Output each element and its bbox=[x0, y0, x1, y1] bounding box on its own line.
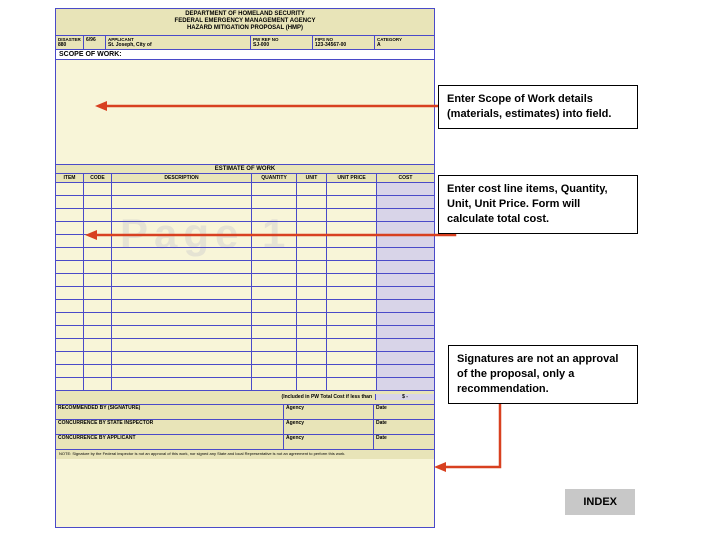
col-code: CODE bbox=[84, 174, 112, 182]
category-value: A bbox=[377, 42, 432, 48]
sig-recommended-label: RECOMMENDED BY (SIGNATURE) bbox=[56, 405, 284, 419]
signature-row-applicant: CONCURRENCE BY APPLICANT Agency Date bbox=[56, 435, 434, 450]
index-button[interactable]: INDEX bbox=[565, 489, 635, 515]
estimate-row[interactable] bbox=[56, 209, 434, 222]
total-row: (Included in PW Total Cost if less than … bbox=[56, 391, 434, 405]
estimate-row[interactable] bbox=[56, 365, 434, 378]
estimate-row[interactable] bbox=[56, 300, 434, 313]
callout-signatures: Signatures are not an approval of the pr… bbox=[448, 345, 638, 404]
index-label: INDEX bbox=[583, 496, 617, 508]
col-description: DESCRIPTION bbox=[112, 174, 252, 182]
header-row-1: DISASTER 880 6/96 APPLICANT St. Joseph, … bbox=[56, 36, 434, 50]
pwref-value: SJ-000 bbox=[253, 42, 310, 48]
disaster-value: 880 bbox=[58, 42, 81, 48]
sig-date-label: Date bbox=[374, 420, 434, 434]
sig-agency-label: Agency bbox=[284, 405, 374, 419]
sig-agency-label: Agency bbox=[284, 420, 374, 434]
total-value: $ - bbox=[375, 394, 434, 400]
estimate-columns: ITEM CODE DESCRIPTION QUANTITY UNIT UNIT… bbox=[56, 174, 434, 183]
estimate-row[interactable] bbox=[56, 235, 434, 248]
estimate-row[interactable] bbox=[56, 274, 434, 287]
col-item: ITEM bbox=[56, 174, 84, 182]
col-unit: UNIT bbox=[297, 174, 327, 182]
sig-state-label: CONCURRENCE BY STATE INSPECTOR bbox=[56, 420, 284, 434]
callout-cost-text: Enter cost line items, Quantity, Unit, U… bbox=[447, 183, 608, 225]
col-unit-price: UNIT PRICE bbox=[327, 174, 377, 182]
estimate-row[interactable] bbox=[56, 378, 434, 391]
note-text: NOTE: Signature by the Federal inspector… bbox=[56, 450, 434, 459]
callout-cost: Enter cost line items, Quantity, Unit, U… bbox=[438, 175, 638, 234]
date-value: 6/96 bbox=[86, 37, 103, 43]
applicant-value: St. Joseph, City of bbox=[108, 42, 248, 48]
callout-scope: Enter Scope of Work details (materials, … bbox=[438, 85, 638, 129]
callout-scope-text: Enter Scope of Work details (materials, … bbox=[447, 93, 611, 120]
estimate-row[interactable] bbox=[56, 339, 434, 352]
estimate-row[interactable] bbox=[56, 222, 434, 235]
signature-row-recommended: RECOMMENDED BY (SIGNATURE) Agency Date bbox=[56, 405, 434, 420]
scope-of-work-label: SCOPE OF WORK: bbox=[56, 50, 434, 60]
hmp-form: DEPARTMENT OF HOMELAND SECURITY FEDERAL … bbox=[55, 8, 435, 528]
signature-row-state: CONCURRENCE BY STATE INSPECTOR Agency Da… bbox=[56, 420, 434, 435]
estimate-row[interactable] bbox=[56, 326, 434, 339]
sig-date-label: Date bbox=[374, 435, 434, 449]
form-header: DEPARTMENT OF HOMELAND SECURITY FEDERAL … bbox=[56, 9, 434, 36]
estimate-row[interactable] bbox=[56, 183, 434, 196]
callout-signatures-text: Signatures are not an approval of the pr… bbox=[457, 353, 618, 395]
estimate-row[interactable] bbox=[56, 313, 434, 326]
estimate-header: ESTIMATE OF WORK bbox=[56, 165, 434, 174]
agency-line: FEDERAL EMERGENCY MANAGEMENT AGENCY bbox=[56, 18, 434, 25]
fips-value: 123-34567-00 bbox=[315, 42, 372, 48]
sig-date-label: Date bbox=[374, 405, 434, 419]
col-cost: COST bbox=[377, 174, 434, 182]
sig-agency-label: Agency bbox=[284, 435, 374, 449]
total-label: (Included in PW Total Cost if less than bbox=[56, 394, 375, 400]
sig-applicant-label: CONCURRENCE BY APPLICANT bbox=[56, 435, 284, 449]
scope-of-work-field[interactable] bbox=[56, 60, 434, 165]
estimate-row[interactable] bbox=[56, 196, 434, 209]
estimate-row[interactable] bbox=[56, 352, 434, 365]
estimate-row[interactable] bbox=[56, 248, 434, 261]
estimate-row[interactable] bbox=[56, 261, 434, 274]
title-line: HAZARD MITIGATION PROPOSAL (HMP) bbox=[56, 25, 434, 32]
col-quantity: QUANTITY bbox=[252, 174, 297, 182]
estimate-row[interactable] bbox=[56, 287, 434, 300]
dept-line: DEPARTMENT OF HOMELAND SECURITY bbox=[56, 11, 434, 18]
